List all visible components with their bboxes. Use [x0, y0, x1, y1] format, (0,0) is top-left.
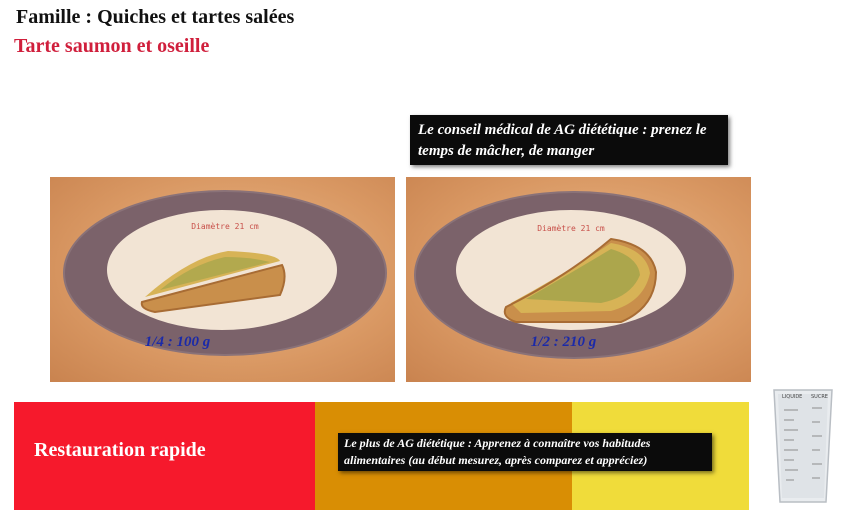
cup-label-liquide: LIQUIDE: [782, 394, 802, 400]
family-title: Famille : Quiches et tartes salées: [16, 6, 295, 28]
cup-label-sucre: SUCRE: [811, 394, 828, 400]
plate-diameter-text: Diamètre 21 cm: [191, 221, 259, 231]
plate-quarter-illustration: Diamètre 21 cm: [63, 190, 387, 356]
measuring-cup-icon: LIQUIDE SUCRE: [773, 389, 833, 503]
portion-label-half: 1/2 : 210 g: [530, 334, 597, 350]
plate-half-illustration: Diamètre 21 cm: [414, 191, 734, 359]
recipe-title: Tarte saumon et oseille: [14, 35, 210, 57]
portion-photo-half: Diamètre 21 cm 1/2 : 210 g: [406, 177, 751, 382]
medical-advice-box: Le conseil médical de AG diététique : pr…: [410, 115, 728, 165]
plate-diameter-text: Diamètre 21 cm: [537, 223, 605, 233]
portion-photo-quarter: Diamètre 21 cm 1/4 : 100 g: [50, 177, 395, 382]
category-label: Restauration rapide: [34, 439, 206, 461]
portion-label-quarter: 1/4 : 100 g: [144, 334, 211, 350]
plus-advice-box: Le plus de AG diététique : Apprenez à co…: [338, 433, 712, 471]
